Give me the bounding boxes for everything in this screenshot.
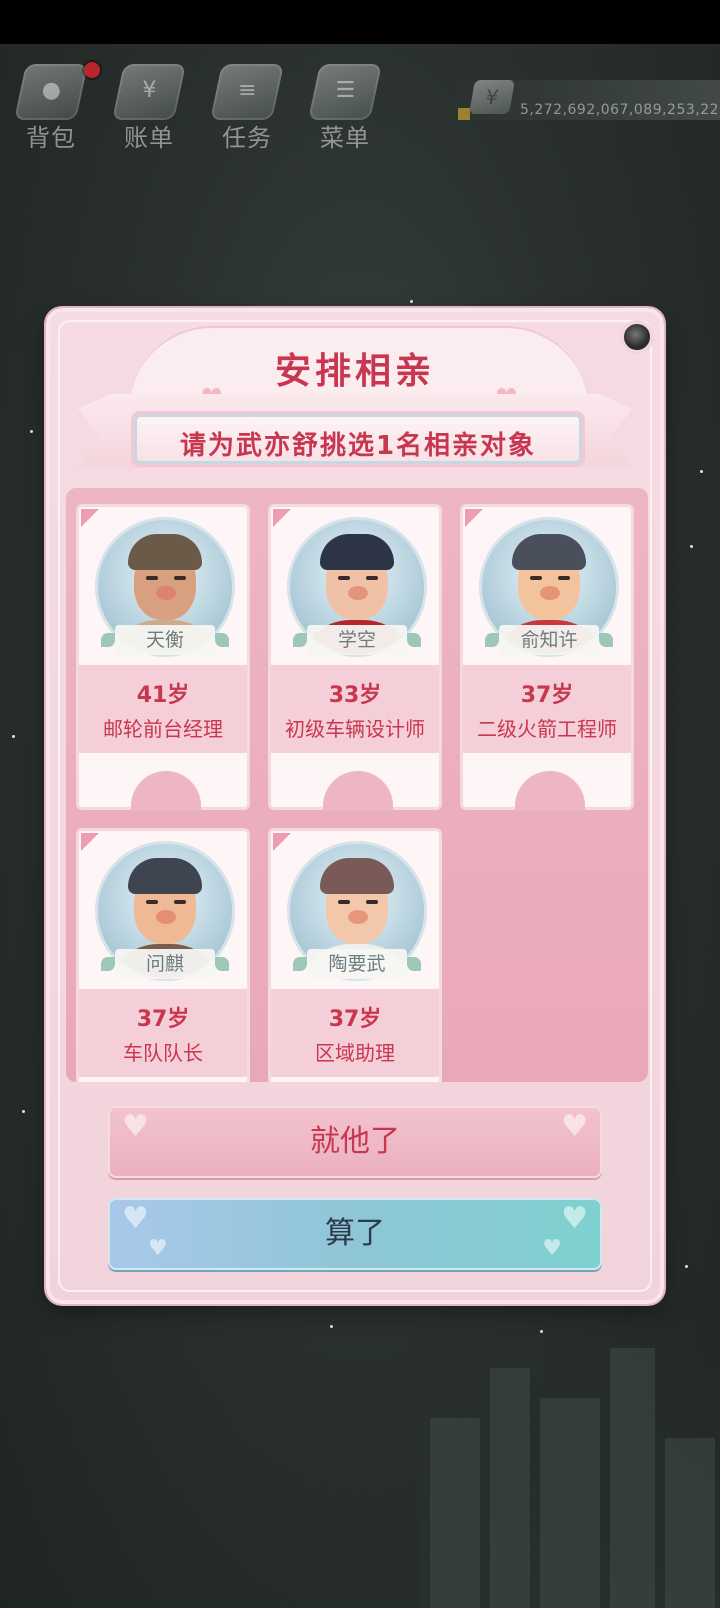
- heart-icon: ♥: [542, 1236, 562, 1261]
- candidate-name: 天衡: [101, 625, 215, 655]
- avatar-blush: [348, 910, 368, 924]
- notification-badge: [84, 62, 100, 78]
- avatar-eye: [366, 900, 378, 904]
- candidate-job: 邮轮前台经理: [103, 717, 223, 741]
- candidate-job: 区域助理: [315, 1041, 395, 1065]
- avatar-blush: [156, 586, 176, 600]
- heart-icon: ♥: [561, 1109, 588, 1144]
- money-display[interactable]: ¥ 5,272,692,067,089,253,220: [458, 80, 720, 120]
- candidate-card[interactable]: 问麒 37岁 车队队长: [76, 828, 250, 1082]
- avatar-eye: [146, 576, 158, 580]
- avatar-hair: [320, 858, 394, 894]
- candidate-card[interactable]: 学空 33岁 初级车辆设计师: [268, 504, 442, 811]
- subtitle-box: 请为武亦舒挑选1名相亲对象: [134, 414, 582, 464]
- nav-backpack-button[interactable]: ● 背包: [6, 56, 100, 156]
- avatar-eye: [174, 900, 186, 904]
- backpack-icon: ●: [14, 64, 88, 120]
- candidate-age: 37岁: [328, 1007, 382, 1032]
- dialog-subtitle: 请为武亦舒挑选1名相亲对象: [179, 431, 537, 461]
- heart-icon: ♥: [122, 1109, 149, 1144]
- card-corner-decoration: [81, 509, 99, 527]
- avatar-hair: [128, 858, 202, 894]
- nav-menu-button[interactable]: ☰ 菜单: [300, 56, 390, 156]
- nav-task-button[interactable]: ≡ 任务: [202, 56, 292, 156]
- candidate-name: 俞知许: [485, 625, 599, 655]
- candidate-age: 41岁: [136, 683, 190, 708]
- candidate-card[interactable]: 陶要武 37岁 区域助理: [268, 828, 442, 1082]
- candidate-job: 二级火箭工程师: [477, 717, 617, 741]
- currency-icon: ¥: [469, 80, 515, 114]
- confirm-button-label: 就他了: [310, 1124, 400, 1159]
- avatar-eye: [174, 576, 186, 580]
- candidate-card[interactable]: 天衡 41岁 邮轮前台经理: [76, 504, 250, 811]
- money-value: 5,272,692,067,089,253,220: [520, 102, 720, 118]
- candidate-grid: 天衡 41岁 邮轮前台经理 学空 33岁 初级车辆设计师 俞知许 37岁 二级火…: [66, 488, 648, 1082]
- card-notch: [515, 771, 585, 811]
- matchmaking-dialog: ♥ ♥ 安排相亲 请为武亦舒挑选1名相亲对象 天衡 41岁 邮轮前台经理: [46, 308, 664, 1304]
- avatar-blush: [156, 910, 176, 924]
- nav-label: 任务: [222, 124, 272, 152]
- avatar-hair: [320, 534, 394, 570]
- heart-icon: ♥: [122, 1201, 149, 1236]
- candidate-job: 初级车辆设计师: [285, 717, 425, 741]
- avatar-eye: [146, 900, 158, 904]
- cancel-button[interactable]: ♥ ♥ ♥ ♥ 算了: [108, 1198, 602, 1270]
- nav-label: 背包: [26, 124, 76, 152]
- candidate-age: 37岁: [520, 683, 574, 708]
- avatar-blush: [348, 586, 368, 600]
- candidate-name: 问麒: [101, 949, 215, 979]
- candidate-name: 学空: [293, 625, 407, 655]
- menu-icon: ☰: [308, 64, 382, 120]
- nav-label: 菜单: [320, 124, 370, 152]
- avatar-hair: [512, 534, 586, 570]
- candidate-card[interactable]: 俞知许 37岁 二级火箭工程师: [460, 504, 634, 811]
- avatar-eye: [338, 900, 350, 904]
- heart-icon: ♥: [561, 1201, 588, 1236]
- candidate-name: 陶要武: [293, 949, 407, 979]
- confirm-button[interactable]: ♥ ♥ 就他了: [108, 1106, 602, 1178]
- card-corner-decoration: [273, 509, 291, 527]
- nav-label: 账单: [124, 124, 174, 152]
- avatar-eye: [366, 576, 378, 580]
- avatar-blush: [540, 586, 560, 600]
- card-corner-decoration: [465, 509, 483, 527]
- avatar-eye: [338, 576, 350, 580]
- status-bar: [0, 0, 720, 44]
- avatar-eye: [530, 576, 542, 580]
- avatar-hair: [128, 534, 202, 570]
- card-notch: [131, 771, 201, 811]
- task-icon: ≡: [210, 64, 284, 120]
- card-corner-decoration: [81, 833, 99, 851]
- nav-bill-button[interactable]: ¥ 账单: [104, 56, 194, 156]
- bill-icon: ¥: [112, 64, 186, 120]
- coin-icon: [458, 108, 470, 120]
- city-skyline-decoration: [420, 1320, 720, 1608]
- dialog-title: 安排相亲: [274, 351, 435, 392]
- card-corner-decoration: [273, 833, 291, 851]
- candidate-job: 车队队长: [123, 1041, 203, 1065]
- heart-icon: ♥: [148, 1236, 168, 1261]
- cancel-button-label: 算了: [325, 1216, 385, 1251]
- avatar-eye: [558, 576, 570, 580]
- card-notch: [323, 771, 393, 811]
- candidate-age: 37岁: [136, 1007, 190, 1032]
- candidate-age: 33岁: [328, 683, 382, 708]
